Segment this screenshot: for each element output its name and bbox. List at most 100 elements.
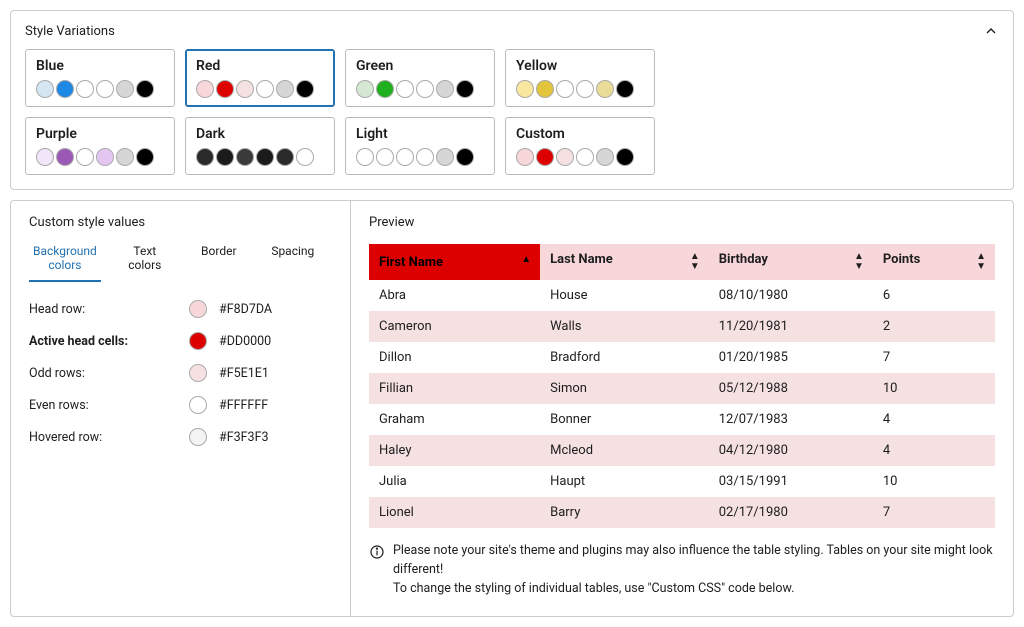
- style-value-row: Odd rows:#F5E1E1: [29, 364, 332, 382]
- tab-text-colors[interactable]: Text colors: [115, 244, 175, 282]
- color-swatch: [256, 148, 274, 166]
- swatch-row: [196, 80, 324, 98]
- table-row: GrahamBonner12/07/19834: [369, 404, 995, 435]
- swatch-row: [516, 148, 644, 166]
- tab-background-colors[interactable]: Background colors: [29, 244, 101, 282]
- color-swatch: [276, 148, 294, 166]
- style-value-hex: #DD0000: [219, 334, 271, 349]
- variation-card-dark[interactable]: Dark: [185, 117, 335, 175]
- cell-birthday: 12/07/1983: [709, 404, 873, 435]
- sort-asc-icon: ▲: [521, 255, 530, 265]
- color-swatch: [196, 148, 214, 166]
- color-swatch: [596, 148, 614, 166]
- style-value-label: Hovered row:: [29, 430, 189, 445]
- style-value-row: Hovered row: #F3F3F3: [29, 428, 332, 446]
- cell-points: 10: [873, 466, 995, 497]
- variation-card-custom[interactable]: Custom: [505, 117, 655, 175]
- chevron-up-icon: [983, 23, 999, 39]
- color-swatch: [576, 80, 594, 98]
- cell-birthday: 01/20/1985: [709, 342, 873, 373]
- table-row: CameronWalls11/20/19812: [369, 311, 995, 342]
- variation-title: Dark: [196, 126, 324, 142]
- color-swatch: [456, 80, 474, 98]
- cell-last: Mcleod: [540, 435, 709, 466]
- column-header-last-name[interactable]: Last Name▲▼: [540, 244, 709, 280]
- color-swatch: [96, 80, 114, 98]
- color-swatch: [36, 148, 54, 166]
- cell-first: Julia: [369, 466, 540, 497]
- table-row: HaleyMcleod04/12/19804: [369, 435, 995, 466]
- note-line-1: Please note your site's theme and plugin…: [393, 542, 995, 580]
- cell-points: 4: [873, 404, 995, 435]
- column-header-first-name[interactable]: First Name▲: [369, 244, 540, 280]
- style-value-hex: #F3F3F3: [219, 430, 269, 445]
- color-swatch: [76, 148, 94, 166]
- cell-first: Haley: [369, 435, 540, 466]
- style-variations-panel: Style Variations Blue Red GreenYellow Purpl…: [10, 10, 1014, 190]
- column-header-label: Points: [883, 252, 920, 267]
- cell-points: 7: [873, 342, 995, 373]
- variation-card-green[interactable]: Green: [345, 49, 495, 107]
- variation-card-purple[interactable]: Purple: [25, 117, 175, 175]
- variations-grid: Blue Red GreenYellow Purple Dark Light Custom: [25, 49, 999, 175]
- style-value-label: Active head cells:: [29, 334, 189, 349]
- cell-last: Bonner: [540, 404, 709, 435]
- cell-points: 10: [873, 373, 995, 404]
- variation-title: Red: [196, 58, 324, 74]
- tab-border[interactable]: Border: [189, 244, 249, 282]
- style-value-hex: #F8D7DA: [219, 302, 272, 317]
- color-swatch: [256, 80, 274, 98]
- cell-first: Graham: [369, 404, 540, 435]
- variation-title: Light: [356, 126, 484, 142]
- variation-title: Blue: [36, 58, 164, 74]
- cell-points: 4: [873, 435, 995, 466]
- swatch-row: [516, 80, 644, 98]
- preview-pane: Preview First Name▲Last Name▲▼Birthday▲▼…: [351, 201, 1013, 616]
- color-swatch: [516, 80, 534, 98]
- color-swatch: [36, 80, 54, 98]
- variation-card-blue[interactable]: Blue: [25, 49, 175, 107]
- column-header-birthday[interactable]: Birthday▲▼: [709, 244, 873, 280]
- tab-spacing[interactable]: Spacing: [263, 244, 323, 282]
- color-swatch: [56, 80, 74, 98]
- color-picker-swatch[interactable]: [189, 428, 207, 446]
- swatch-row: [356, 148, 484, 166]
- color-picker-swatch[interactable]: [189, 332, 207, 350]
- color-swatch: [236, 148, 254, 166]
- sort-icon: ▲▼: [854, 252, 863, 272]
- color-swatch: [136, 80, 154, 98]
- color-swatch: [436, 80, 454, 98]
- color-picker-swatch[interactable]: [189, 364, 207, 382]
- cell-last: Barry: [540, 497, 709, 528]
- preview-note: Please note your site's theme and plugin…: [369, 542, 995, 598]
- cell-birthday: 04/12/1980: [709, 435, 873, 466]
- variation-card-red[interactable]: Red: [185, 49, 335, 107]
- color-swatch: [536, 148, 554, 166]
- panel-header[interactable]: Style Variations: [25, 23, 999, 39]
- style-value-label: Even rows:: [29, 398, 189, 413]
- variation-card-yellow[interactable]: Yellow: [505, 49, 655, 107]
- info-icon: [369, 544, 385, 560]
- custom-values-pane: Custom style values Background colors Tex…: [11, 201, 351, 616]
- cell-last: Bradford: [540, 342, 709, 373]
- table-row: AbraHouse08/10/19806: [369, 280, 995, 311]
- style-value-label: Odd rows:: [29, 366, 189, 381]
- custom-values-title: Custom style values: [29, 215, 332, 230]
- color-picker-swatch[interactable]: [189, 396, 207, 414]
- column-header-points[interactable]: Points▲▼: [873, 244, 995, 280]
- style-value-label: Head row:: [29, 302, 189, 317]
- color-swatch: [376, 80, 394, 98]
- color-picker-swatch[interactable]: [189, 300, 207, 318]
- color-swatch: [556, 80, 574, 98]
- style-value-row: Head row: #F8D7DA: [29, 300, 332, 318]
- table-row: DillonBradford01/20/19857: [369, 342, 995, 373]
- preview-title: Preview: [369, 215, 995, 230]
- settings-preview-panel: Custom style values Background colors Tex…: [10, 200, 1014, 617]
- color-swatch: [516, 148, 534, 166]
- variation-card-light[interactable]: Light: [345, 117, 495, 175]
- cell-first: Lionel: [369, 497, 540, 528]
- color-swatch: [276, 80, 294, 98]
- cell-birthday: 03/15/1991: [709, 466, 873, 497]
- style-value-row: Active head cells: #DD0000: [29, 332, 332, 350]
- variation-title: Purple: [36, 126, 164, 142]
